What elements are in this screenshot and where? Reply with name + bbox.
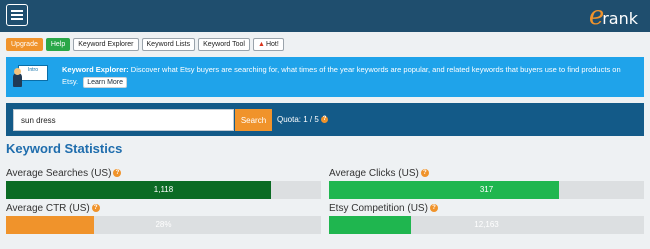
keyword-tool-button[interactable]: Keyword Tool [198, 38, 250, 51]
quota-text: Quota: 1 / 5 [277, 115, 319, 124]
question-icon[interactable]: ? [113, 169, 122, 178]
bar-value: 1,118 [153, 185, 174, 194]
average-searches-label: Average Searches (US)? [6, 168, 122, 179]
question-icon[interactable]: ? [420, 169, 429, 178]
flame-icon: ▲ [258, 41, 265, 48]
top-bar: e rank [0, 0, 650, 32]
stat-label-text: Average Clicks (US) [329, 168, 419, 179]
banner-description: Discover what Etsy buyers are searching … [62, 65, 621, 86]
average-clicks-label: Average Clicks (US)? [329, 168, 429, 179]
bar-value: 12,163 [474, 220, 499, 229]
keyword-explorer-button[interactable]: Keyword Explorer [73, 38, 139, 51]
etsy-competition-bar: 12,163 [329, 216, 644, 234]
teacher-head [14, 68, 21, 75]
logo-text: rank [602, 9, 638, 28]
learn-more-button[interactable]: Learn More [83, 76, 128, 88]
teacher-board-icon: Intro [12, 63, 52, 87]
stat-label-text: Average Searches (US) [6, 168, 112, 179]
upgrade-button[interactable]: Upgrade [6, 38, 43, 51]
bar-value: 317 [479, 185, 494, 194]
quota-display: Quota: 1 / 5 ? [277, 115, 329, 124]
stat-label-text: Etsy Competition (US) [329, 203, 428, 214]
bar-value: 28% [155, 220, 172, 229]
banner-text: Keyword Explorer: Discover what Etsy buy… [62, 64, 638, 88]
help-button[interactable]: Help [45, 38, 71, 51]
average-ctr-label: Average CTR (US)? [6, 203, 100, 214]
average-searches-bar: 1,118 [6, 181, 321, 199]
board-screen: Intro [18, 65, 48, 81]
hot-button[interactable]: ▲Hot! [253, 38, 284, 51]
toolbar: Upgrade Help Keyword Explorer Keyword Li… [6, 38, 284, 51]
etsy-competition-label: Etsy Competition (US)? [329, 203, 438, 214]
section-title: Keyword Statistics [6, 141, 123, 156]
average-ctr-bar: 28% [6, 216, 321, 234]
question-icon[interactable]: ? [429, 204, 438, 213]
stat-label-text: Average CTR (US) [6, 203, 90, 214]
search-button[interactable]: Search [235, 109, 272, 131]
hamburger-menu-icon[interactable] [6, 4, 28, 26]
question-icon[interactable]: ? [91, 204, 100, 213]
banner-title: Keyword Explorer: [62, 65, 129, 74]
average-clicks-bar: 317 [329, 181, 644, 199]
hot-label: Hot! [265, 41, 279, 48]
keyword-explorer-banner: Intro Keyword Explorer: Discover what Et… [6, 57, 644, 97]
question-icon[interactable]: ? [321, 116, 329, 124]
keyword-search-input[interactable] [13, 109, 234, 131]
erank-logo[interactable]: e rank [589, 3, 638, 29]
keyword-lists-button[interactable]: Keyword Lists [141, 38, 196, 51]
teacher-body [13, 73, 22, 87]
search-panel: Search Quota: 1 / 5 ? [6, 103, 644, 136]
